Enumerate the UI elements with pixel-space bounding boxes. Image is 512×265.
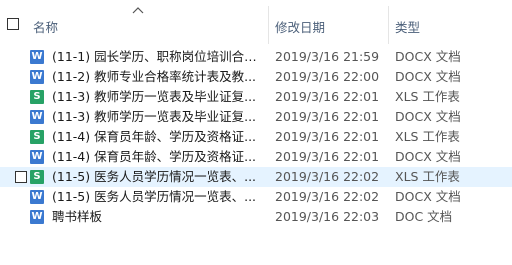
file-name: (11-3) 教师学历一览表及毕业证复... [52,109,257,124]
spreadsheet-icon: S [30,90,44,104]
file-row[interactable]: S (11-4) 保育员年龄、学历及资格证... 2019/3/16 22:01 XL… [0,127,512,147]
file-type: DOCX 文档 [395,189,461,204]
file-row[interactable]: W (11-1) 园长学历、职称岗位培训合格... 2019/3/16 21:59 D… [0,47,512,67]
file-name: (11-5) 医务人员学历情况一览表、... [52,169,257,184]
word-doc-icon: W [30,50,44,64]
file-date-modified: 2019/3/16 22:01 [275,109,380,124]
file-type: DOCX 文档 [395,49,461,64]
file-type: DOCX 文档 [395,149,461,164]
word-doc-icon: W [30,190,44,204]
file-date-modified: 2019/3/16 21:59 [275,49,380,64]
file-row[interactable]: W (11-2) 教师专业合格率统计表及教... 2019/3/16 22:00 DO… [0,67,512,87]
file-row[interactable]: S (11-3) 教师学历一览表及毕业证复... 2019/3/16 22:01 XL… [0,87,512,107]
file-name: (11-2) 教师专业合格率统计表及教... [52,69,257,84]
file-date-modified: 2019/3/16 22:01 [275,89,380,104]
row-checkbox[interactable] [15,171,27,183]
file-date-modified: 2019/3/16 22:01 [275,149,380,164]
file-row[interactable]: W (11-5) 医务人员学历情况一览表、... 2019/3/16 22:02 DO… [0,187,512,207]
word-doc-icon: W [30,110,44,124]
file-name: (11-5) 医务人员学历情况一览表、... [52,189,257,204]
file-date-modified: 2019/3/16 22:03 [275,209,380,224]
file-name: (11-4) 保育员年龄、学历及资格证... [52,149,257,164]
sort-ascending-icon[interactable] [132,6,144,14]
column-header-date-modified[interactable]: 修改日期 [275,17,325,36]
file-type: XLS 工作表 [395,169,460,184]
file-date-modified: 2019/3/16 22:02 [275,169,380,184]
file-date-modified: 2019/3/16 22:01 [275,129,380,144]
spreadsheet-icon: S [30,130,44,144]
file-name: 聘书样板 [52,209,103,224]
file-type: DOCX 文档 [395,69,461,84]
word-doc-icon: W [30,150,44,164]
file-row[interactable]: W (11-3) 教师学历一览表及毕业证复... 2019/3/16 22:01 DO… [0,107,512,127]
file-row[interactable]: W 聘书样板 2019/3/16 22:03 DOC 文档 [0,207,512,227]
file-name: (11-3) 教师学历一览表及毕业证复... [52,89,257,104]
file-date-modified: 2019/3/16 22:00 [275,69,380,84]
file-date-modified: 2019/3/16 22:02 [275,189,380,204]
file-type: XLS 工作表 [395,89,460,104]
file-row[interactable]: S (11-5) 医务人员学历情况一览表、... 2019/3/16 22:02 XL… [0,167,512,187]
spreadsheet-icon: S [30,170,44,184]
select-all-checkbox[interactable] [7,18,19,30]
file-type: DOCX 文档 [395,109,461,124]
column-header-bar: 名称 修改日期 类型 [0,0,512,47]
column-header-name[interactable]: 名称 [33,17,58,36]
word-doc-icon: W [30,70,44,84]
file-name: (11-4) 保育员年龄、学历及资格证... [52,129,257,144]
file-type: DOC 文档 [395,209,453,224]
word-doc-icon: W [30,210,44,224]
column-header-type[interactable]: 类型 [395,17,420,36]
file-list: W (11-1) 园长学历、职称岗位培训合格... 2019/3/16 21:59 D… [0,47,512,227]
column-divider[interactable] [388,6,389,44]
column-divider[interactable] [268,6,269,44]
file-name: (11-1) 园长学历、职称岗位培训合格... [52,49,264,64]
file-type: XLS 工作表 [395,129,460,144]
file-row[interactable]: W (11-4) 保育员年龄、学历及资格证... 2019/3/16 22:01 DO… [0,147,512,167]
